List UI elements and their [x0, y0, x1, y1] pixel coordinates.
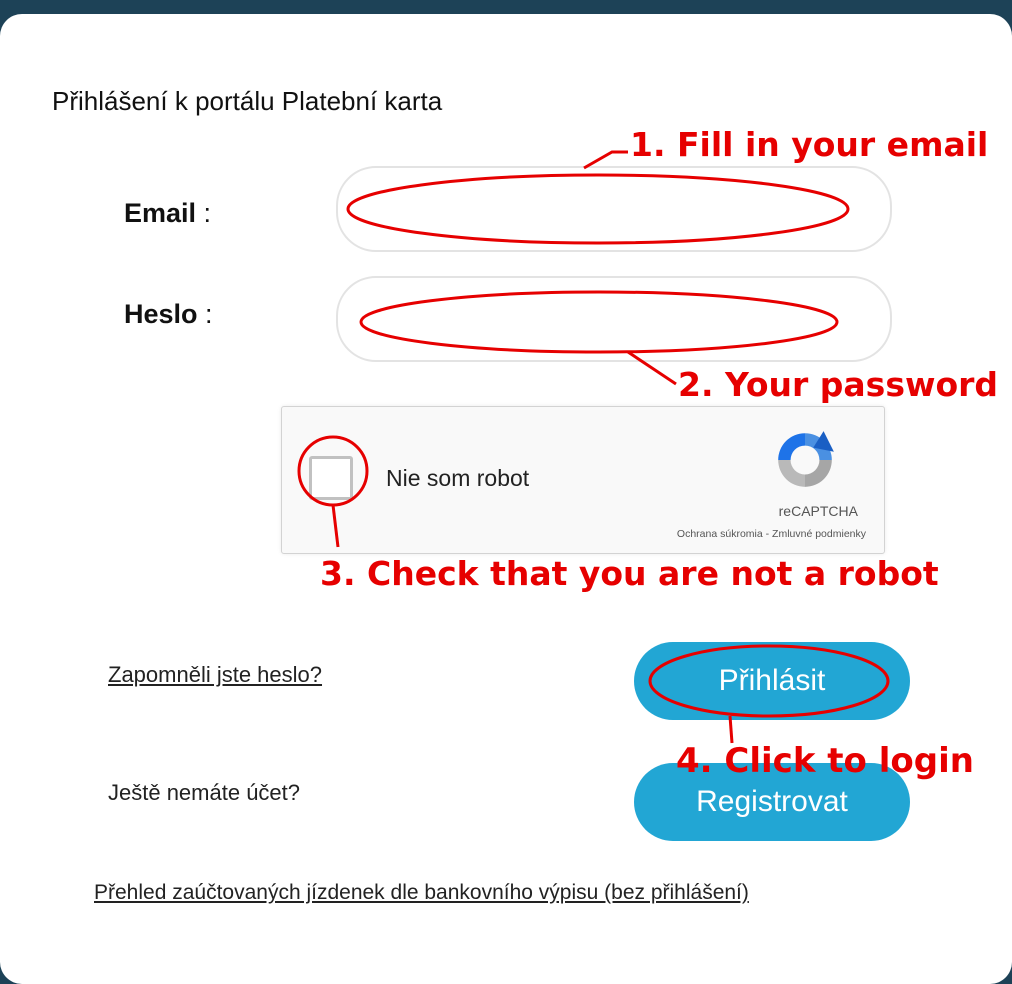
recaptcha-label: Nie som robot: [386, 465, 530, 491]
password-label-separator: :: [197, 299, 213, 329]
annotation-step1: 1. Fill in your email: [630, 125, 989, 164]
email-input[interactable]: [336, 166, 892, 252]
annotation-step3: 3. Check that you are not a robot: [320, 554, 939, 593]
recaptcha-terms-links[interactable]: Ochrana súkromia - Zmluvné podmienky: [677, 528, 866, 540]
recaptcha-checkbox[interactable]: [309, 456, 353, 500]
forgot-password-link[interactable]: Zapomněli jste heslo?: [108, 662, 322, 688]
statement-link[interactable]: Přehled zaúčtovaných jízdenek dle bankov…: [94, 881, 749, 905]
recaptcha-brand: reCAPTCHA: [778, 503, 858, 519]
recaptcha-logo-icon: [778, 431, 834, 487]
password-label: Heslo :: [124, 299, 213, 330]
email-label: Email :: [124, 198, 211, 229]
password-label-text: Heslo: [124, 299, 198, 329]
login-button[interactable]: Přihlásit: [634, 642, 910, 720]
recaptcha-widget: Nie som robot reCAPTCHA Ochrana súkromia…: [281, 406, 885, 554]
no-account-text: Ještě nemáte účet?: [108, 780, 301, 805]
email-label-text: Email: [124, 198, 197, 228]
annotation-step4: 4. Click to login: [676, 741, 974, 781]
email-label-separator: :: [196, 198, 212, 228]
annotation-step2: 2. Your password: [678, 365, 999, 404]
password-input[interactable]: [336, 276, 892, 362]
page-title: Přihlášení k portálu Platební karta: [52, 86, 443, 116]
